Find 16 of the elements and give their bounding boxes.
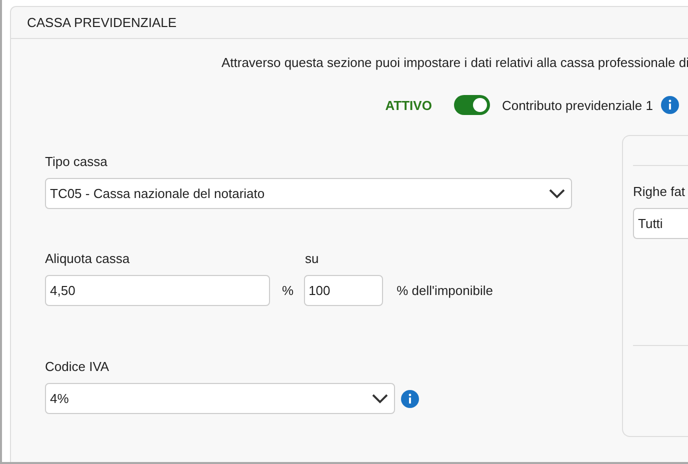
select-field[interactable]: TC05 - Cassa nazionale del notariato xyxy=(45,178,572,209)
toggle-label: Contributo previdenziale 1 xyxy=(502,98,653,112)
field-label: Aliquota cassa xyxy=(45,251,131,267)
field-label: Tipo cassa xyxy=(45,154,108,170)
unit-text: % dell'imponibile xyxy=(396,283,493,298)
panel-title: CASSA PREVIDENZIALE xyxy=(27,15,177,30)
status-label: ATTIVO xyxy=(385,98,432,112)
field-label: Righe fat xyxy=(633,184,686,200)
unit-text: % xyxy=(282,283,294,298)
field-label: Codice IVA xyxy=(45,359,110,375)
input-field[interactable]: 4,50 xyxy=(45,275,270,306)
description-text: Attraverso questa sezione puoi impostare i dati relativi alla cassa professionale di xyxy=(221,55,688,70)
field-label: su xyxy=(305,251,319,267)
input-field[interactable]: 100 xyxy=(304,275,383,306)
input-field[interactable]: Tutti xyxy=(633,208,688,239)
select-field[interactable]: 4% xyxy=(45,383,395,414)
